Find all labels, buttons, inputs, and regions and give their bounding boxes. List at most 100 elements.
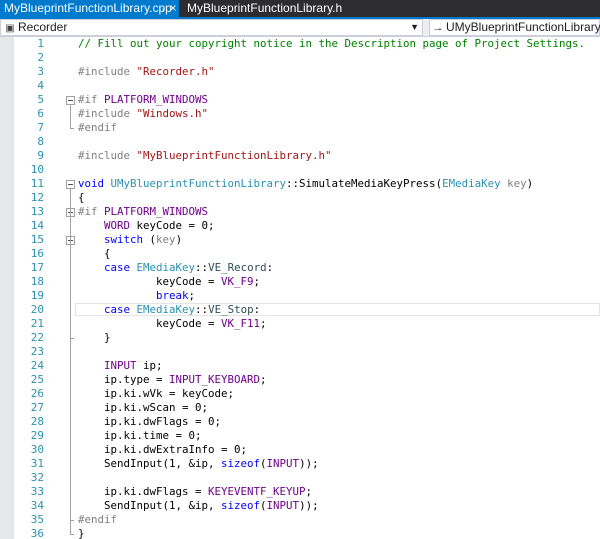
code-line[interactable]: 18 keyCode = VK_F9;: [0, 275, 600, 289]
code-line[interactable]: 14 WORD keyCode = 0;: [0, 219, 600, 233]
code-line[interactable]: 30 ip.ki.dwExtraInfo = 0;: [0, 443, 600, 457]
code-text: case EMediaKey::VE_Stop:: [78, 303, 260, 317]
code-line[interactable]: 36}: [0, 527, 600, 539]
code-token: keyCode = 0;: [130, 219, 215, 232]
code-token: EMediaKey: [136, 261, 196, 274]
code-line[interactable]: 33 ip.ki.dwFlags = KEYEVENTF_KEYUP;: [0, 485, 600, 499]
code-token: INPUT: [266, 457, 300, 470]
line-number: 20: [30, 303, 44, 316]
code-token: ): [526, 177, 534, 190]
code-token: #endif: [78, 121, 118, 134]
outline-guide: [70, 104, 71, 128]
code-token: #if: [78, 93, 105, 106]
code-line[interactable]: 1 // Fill out your copyright notice in th…: [0, 37, 600, 51]
code-text: #if PLATFORM_WINDOWS: [78, 93, 208, 107]
arrow-right-icon: →: [432, 22, 444, 34]
code-text: ip.ki.time = 0;: [78, 429, 202, 443]
code-text: SendInput(1, &ip, sizeof(INPUT));: [78, 499, 319, 513]
code-token: UMyBlueprintFunctionLibrary: [110, 177, 287, 190]
code-editor[interactable]: 1 // Fill out your copyright notice in th…: [0, 37, 600, 539]
code-line[interactable]: 2: [0, 51, 600, 65]
code-line[interactable]: 31 SendInput(1, &ip, sizeof(INPUT));: [0, 457, 600, 471]
code-line[interactable]: 34 SendInput(1, &ip, sizeof(INPUT));: [0, 499, 600, 513]
code-token: key: [507, 177, 527, 190]
code-line[interactable]: 25 ip.type = INPUT_KEYBOARD;: [0, 373, 600, 387]
line-number: 25: [30, 373, 44, 386]
code-token: EMediaKey: [442, 177, 501, 190]
code-token: "MyBlueprintFunctionLibrary.h": [136, 149, 332, 162]
line-number: 1: [37, 37, 44, 50]
line-number: 4: [37, 79, 44, 92]
code-token: ::: [195, 261, 209, 274]
code-line[interactable]: 32: [0, 471, 600, 485]
code-text: break;: [78, 289, 195, 303]
project-dropdown[interactable]: ▣ Recorder ▼: [0, 19, 423, 36]
line-number: 36: [30, 527, 44, 539]
code-line[interactable]: 13 #if PLATFORM_WINDOWS: [0, 205, 600, 219]
outline-guide-end: [70, 128, 74, 129]
code-token: SendInput(1, &ip,: [78, 499, 222, 512]
code-line[interactable]: 3 #include "Recorder.h": [0, 65, 600, 79]
code-token: ip.ki.dwFlags =: [78, 485, 209, 498]
code-line[interactable]: 12 {: [0, 191, 600, 205]
code-token: ip;: [136, 359, 163, 372]
tab-cpp-file[interactable]: MyBlueprintFunctionLibrary.cpp: [0, 0, 179, 17]
code-line[interactable]: 5 #if PLATFORM_WINDOWS: [0, 93, 600, 107]
code-line[interactable]: 9 #include "MyBlueprintFunctionLibrary.h": [0, 149, 600, 163]
code-line[interactable]: 16 {: [0, 247, 600, 261]
code-line[interactable]: 28 ip.ki.dwFlags = 0;: [0, 415, 600, 429]
code-line[interactable]: 22 }: [0, 331, 600, 345]
code-line[interactable]: 19 break;: [0, 289, 600, 303]
code-line[interactable]: 27 ip.ki.wScan = 0;: [0, 401, 600, 415]
code-token: ::: [286, 177, 300, 190]
code-token: PLATFORM_WINDOWS: [104, 205, 209, 218]
line-number: 7: [37, 121, 44, 134]
code-token: ip.ki.dwExtraInfo = 0;: [78, 443, 248, 456]
line-number: 21: [30, 317, 44, 330]
close-icon[interactable]: ×: [168, 0, 178, 17]
tab-label: MyBlueprintFunctionLibrary.cpp: [4, 1, 172, 15]
code-line[interactable]: 7 #endif: [0, 121, 600, 135]
code-token: ;: [260, 317, 267, 330]
line-number: 24: [30, 359, 44, 372]
tab-header-file[interactable]: MyBlueprintFunctionLibrary.h: [179, 0, 342, 17]
code-text: case EMediaKey::VE_Record:: [78, 261, 273, 275]
code-text: SendInput(1, &ip, sizeof(INPUT));: [78, 457, 319, 471]
code-line[interactable]: 20 case EMediaKey::VE_Stop:: [0, 303, 600, 317]
code-line[interactable]: 6 #include "Windows.h": [0, 107, 600, 121]
code-line[interactable]: 11 void UMyBlueprintFunctionLibrary::Simu…: [0, 177, 600, 191]
code-line[interactable]: 26 ip.ki.wVk = keyCode;: [0, 387, 600, 401]
code-line[interactable]: 23: [0, 345, 600, 359]
line-number: 16: [30, 247, 44, 260]
code-token: case: [104, 303, 137, 316]
code-line[interactable]: 15 switch (key): [0, 233, 600, 247]
code-token: }: [78, 331, 111, 344]
code-line[interactable]: 24 INPUT ip;: [0, 359, 600, 373]
outline-guide-end: [70, 534, 74, 535]
code-text: #endif: [78, 121, 117, 135]
code-token: // Fill out your copyright notice in the…: [78, 37, 586, 50]
code-text: ip.ki.dwExtraInfo = 0;: [78, 443, 247, 457]
code-line[interactable]: 4: [0, 79, 600, 93]
code-line[interactable]: 21 keyCode = VK_F11;: [0, 317, 600, 331]
code-line[interactable]: 17 case EMediaKey::VE_Record:: [0, 261, 600, 275]
code-line[interactable]: 10: [0, 163, 600, 177]
code-token: "Recorder.h": [136, 65, 215, 78]
code-token: keyCode =: [78, 275, 222, 288]
code-line[interactable]: 8: [0, 135, 600, 149]
code-text: WORD keyCode = 0;: [78, 219, 215, 233]
code-token: void: [78, 177, 111, 190]
code-token: KEYEVENTF_KEYUP: [208, 485, 306, 498]
code-text: #include "Recorder.h": [78, 65, 215, 79]
code-token: SimulateMediaKeyPress: [299, 177, 436, 190]
code-token: ;: [305, 485, 313, 498]
document-tab-bar: MyBlueprintFunctionLibrary.cpp ˒ × MyBlu…: [0, 0, 600, 19]
code-line[interactable]: 35 #endif: [0, 513, 600, 527]
code-line[interactable]: 29 ip.ki.time = 0;: [0, 429, 600, 443]
chevron-down-icon[interactable]: ▼: [410, 20, 419, 35]
code-text: #endif: [78, 513, 117, 527]
scope-dropdown[interactable]: → UMyBlueprintFunctionLibrary: [429, 19, 600, 36]
code-token: VE_Record: [208, 261, 267, 274]
